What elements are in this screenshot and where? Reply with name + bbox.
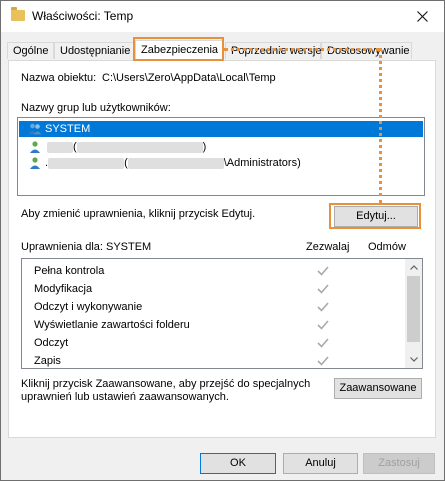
advanced-hint-line2: uprawnień lub ustawień zaawansowanych. xyxy=(21,391,229,403)
tab-label: Dostosowywanie xyxy=(327,45,410,57)
vertical-scrollbar[interactable] xyxy=(405,259,422,368)
advanced-hint-line1: Kliknij przycisk Zaawansowane, aby przej… xyxy=(21,378,311,390)
object-name-value: C:\Users\Zero\AppData\Local\Temp xyxy=(102,72,276,84)
folder-icon xyxy=(11,7,25,21)
check-icon xyxy=(317,266,329,276)
chevron-up-icon xyxy=(409,265,418,270)
check-icon xyxy=(317,302,329,312)
permissions-label: Uprawnienia dla: SYSTEM xyxy=(21,241,152,253)
permission-row: Wyświetlanie zawartości folderu xyxy=(34,319,190,331)
users-icon xyxy=(28,123,42,135)
tab-label: Poprzednie wersje xyxy=(231,45,322,57)
ok-button[interactable]: OK xyxy=(200,453,276,474)
close-icon xyxy=(416,11,428,22)
redacted-name: .(\Administrators) xyxy=(45,157,301,169)
permission-row: Pełna kontrola xyxy=(34,265,105,277)
tab-sharing[interactable]: Udostępnianie xyxy=(54,42,134,59)
check-icon xyxy=(317,356,329,366)
title-bar[interactable]: Właściwości: Temp xyxy=(1,1,444,32)
advanced-button-label: Zaawansowane xyxy=(339,382,417,394)
apply-button-label: Zastosuj xyxy=(378,457,420,469)
tab-general[interactable]: Ogólne xyxy=(7,42,54,59)
properties-window: Właściwości: Temp Ogólne Udostępnianie Z… xyxy=(0,0,445,481)
list-item-user[interactable]: () xyxy=(19,139,423,155)
permission-row: Odczyt i wykonywanie xyxy=(34,301,143,313)
scroll-up-button[interactable] xyxy=(405,259,422,276)
annotation-connector xyxy=(379,48,382,203)
groups-label: Nazwy grup lub użytkowników: xyxy=(21,102,171,114)
list-item-system[interactable]: SYSTEM xyxy=(19,121,423,137)
group-name: SYSTEM xyxy=(45,123,91,135)
annotation-connector xyxy=(224,48,380,51)
change-hint: Aby zmienić uprawnienia, kliknij przycis… xyxy=(21,208,256,220)
tab-label: Udostępnianie xyxy=(60,45,131,57)
check-icon xyxy=(317,320,329,330)
user-icon xyxy=(30,141,40,153)
permissions-list[interactable]: Pełna kontrola Modyfikacja Odczyt i wyko… xyxy=(21,258,423,369)
apply-button[interactable]: Zastosuj xyxy=(363,453,435,474)
close-button[interactable] xyxy=(400,1,444,32)
advanced-button[interactable]: Zaawansowane xyxy=(334,378,422,399)
deny-header: Odmów xyxy=(368,241,406,253)
allow-header: Zezwalaj xyxy=(306,241,350,253)
permission-row: Modyfikacja xyxy=(34,283,93,295)
check-icon xyxy=(317,284,329,294)
list-item-admins[interactable]: .(\Administrators) xyxy=(19,155,423,171)
security-tab-highlight xyxy=(133,37,224,61)
cancel-button-label: Anuluj xyxy=(305,457,336,469)
user-icon xyxy=(30,157,40,169)
redacted-name: () xyxy=(47,139,206,155)
chevron-down-icon xyxy=(409,357,418,362)
check-icon xyxy=(317,338,329,348)
tab-label: Ogólne xyxy=(13,45,49,57)
scroll-thumb[interactable] xyxy=(407,276,420,342)
groups-list[interactable]: SYSTEM () .(\Administrators) xyxy=(17,117,425,196)
object-name-label: Nazwa obiektu: xyxy=(21,72,97,84)
permission-row: Odczyt xyxy=(34,337,69,349)
ok-button-label: OK xyxy=(230,457,246,469)
cancel-button[interactable]: Anuluj xyxy=(283,453,358,474)
scroll-down-button[interactable] xyxy=(405,351,422,368)
permission-row: Zapis xyxy=(34,355,61,367)
edit-button-highlight xyxy=(329,203,421,229)
window-title: Właściwości: Temp xyxy=(32,9,134,23)
